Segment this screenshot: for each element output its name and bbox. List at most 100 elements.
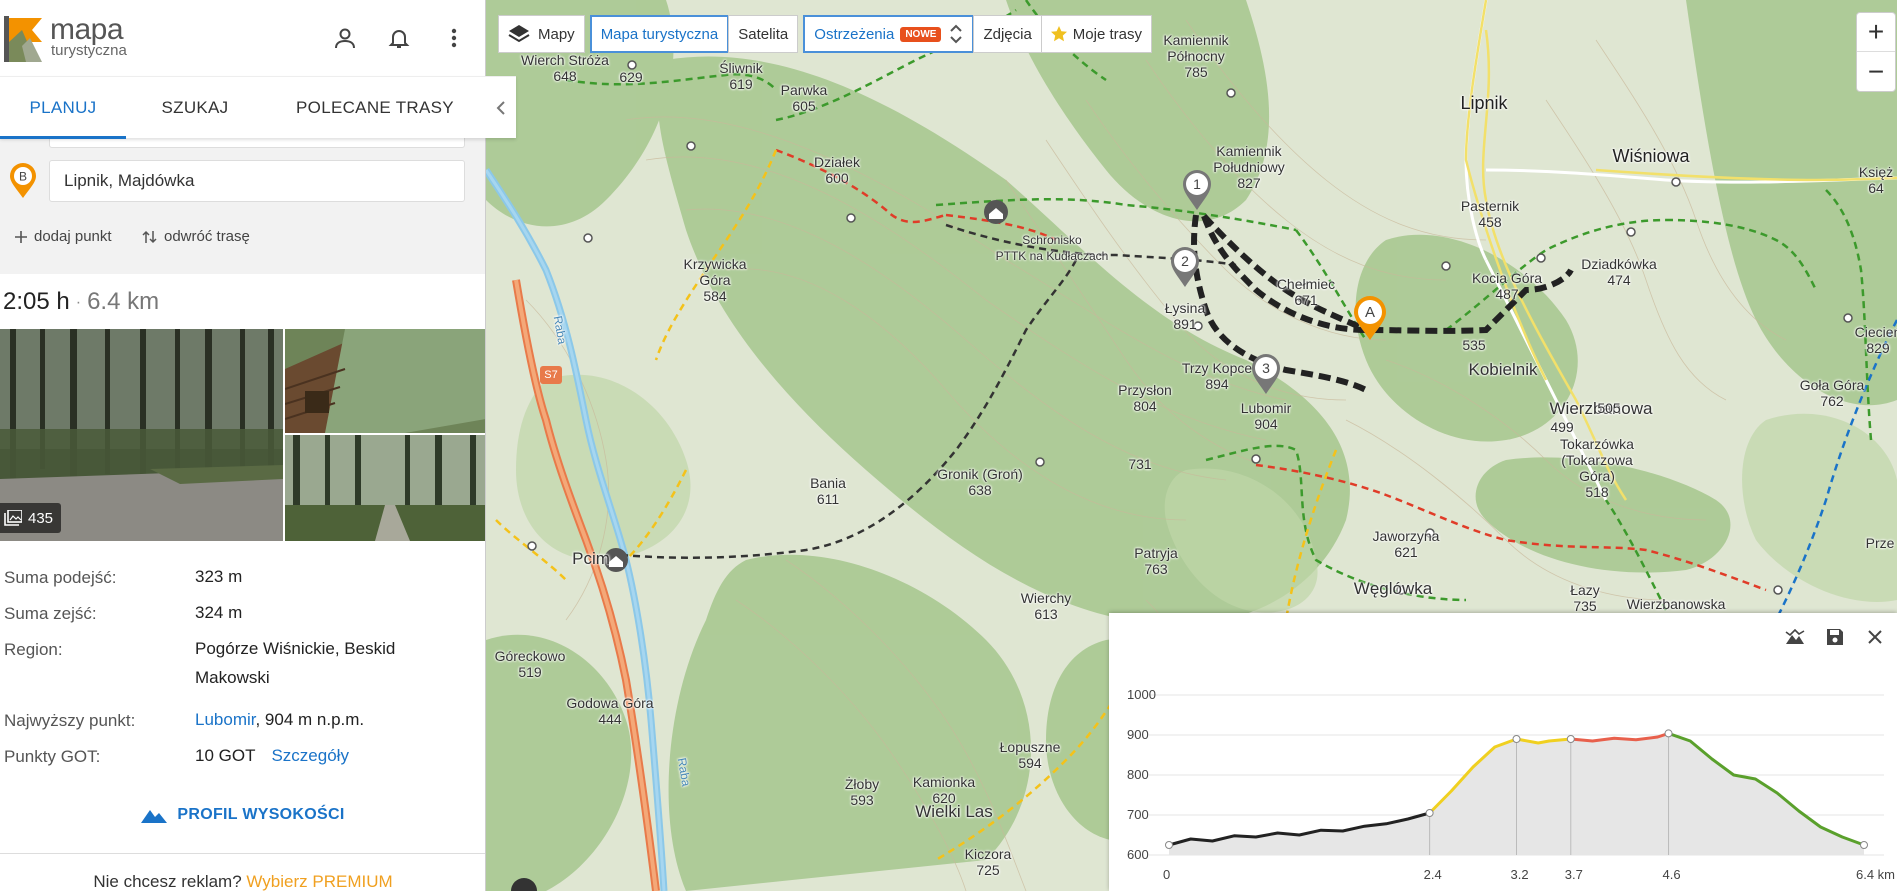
peak-gola-gora: Goła Góra 762 xyxy=(1799,377,1865,409)
y-tick-label: 900 xyxy=(1127,727,1149,742)
route-point-1-marker[interactable]: 1 xyxy=(1181,168,1213,212)
x-tick-label: 0 xyxy=(1163,867,1171,882)
layer-maps-button[interactable]: Mapy xyxy=(498,15,585,53)
x-tick-label: 3.2 xyxy=(1510,867,1529,882)
elevation-waypoint-dot xyxy=(1664,729,1673,738)
peak-tokarzowka: Tokarzówka (Tokarzowa Góra) 518 xyxy=(1560,436,1634,500)
photo-forest-road[interactable]: 435 xyxy=(0,329,283,541)
got-details-link[interactable]: Szczegóły xyxy=(271,746,348,765)
peak-535: 535 xyxy=(1462,337,1486,353)
shelter-kudlacze[interactable]: Schronisko PTTK na Kudłaczach xyxy=(996,232,1109,264)
layer-tourist-map-button[interactable]: Mapa turystyczna xyxy=(589,15,730,53)
photo-count-badge[interactable]: 435 xyxy=(0,503,62,533)
marker-b-letter: B xyxy=(19,170,27,184)
premium-link[interactable]: Wybierz PREMIUM xyxy=(246,872,392,891)
peak-kamiennik-poludniowy: Kamiennik Południowy 827 xyxy=(1213,143,1285,191)
town-kobielnik: Kobielnik xyxy=(1468,360,1538,379)
ascent-value: 323 m xyxy=(195,567,243,586)
peak-parwka: Parwka 605 xyxy=(780,82,828,114)
main-tabs: PLANUJ SZUKAJ POLECANE TRASY xyxy=(0,76,516,139)
place-pasternik: Pasternik 458 xyxy=(1460,198,1520,230)
top-bar: mapa turystyczna xyxy=(0,0,485,76)
peak-godowa-gora: Godowa Góra 444 xyxy=(566,695,654,727)
add-point-button[interactable]: dodaj punkt xyxy=(14,228,112,245)
chevron-up-down-icon xyxy=(950,24,963,44)
y-tick-label: 600 xyxy=(1127,847,1149,862)
svg-text:3: 3 xyxy=(1262,360,1270,376)
photo-gallery[interactable]: 435 xyxy=(0,329,485,541)
more-vertical-icon[interactable] xyxy=(440,24,468,52)
layer-photos-button[interactable]: Zdjęcia xyxy=(973,15,1042,53)
elevation-profile-label: PROFIL WYSOKOŚCI xyxy=(177,806,345,823)
zoom-out-button[interactable]: − xyxy=(1857,52,1895,91)
my-routes-label: Moje trasy xyxy=(1072,25,1142,43)
zoom-in-button[interactable]: + xyxy=(1857,13,1895,52)
peak-kocia-gora: Kocia Góra 487 xyxy=(1471,270,1543,302)
place-lazy: Łazy 735 xyxy=(1570,582,1600,614)
y-tick-label: 700 xyxy=(1127,807,1149,822)
place-wielki-las: Wielki Las xyxy=(915,802,993,821)
road-s7-label: S7 xyxy=(544,369,558,381)
add-point-label: dodaj punkt xyxy=(34,228,112,245)
layer-satellite-button[interactable]: Satelita xyxy=(728,15,799,53)
elevation-waypoint-dot xyxy=(1512,735,1521,743)
place-prze: Prze xyxy=(1865,535,1895,551)
tab-search[interactable]: SZUKAJ xyxy=(126,77,264,139)
photo-hut[interactable] xyxy=(285,329,485,433)
town-weglowka: Węglówka xyxy=(1353,579,1433,598)
elevation-waypoint-dot xyxy=(1165,841,1173,849)
shelter-icon xyxy=(984,200,1008,224)
route-start-a-marker[interactable]: A xyxy=(1352,294,1388,342)
peak-ksiez: Księż 64 xyxy=(1858,164,1894,196)
reverse-route-button[interactable]: odwróć trasę xyxy=(142,228,250,245)
layer-maps-label: Mapy xyxy=(538,25,575,43)
descent-value: 324 m xyxy=(195,603,243,622)
layer-my-routes-button[interactable]: Moje trasy xyxy=(1040,15,1152,53)
photo-forest[interactable] xyxy=(285,435,485,541)
elevation-waypoint-dot xyxy=(1566,735,1575,743)
plus-icon xyxy=(15,230,27,243)
highest-point-height: , 904 m n.p.m. xyxy=(255,710,365,729)
tab-recommended-routes[interactable]: POLECANE TRASY xyxy=(264,77,486,139)
route-point-3-marker[interactable]: 3 xyxy=(1250,352,1282,396)
peak-bania: Bania 611 xyxy=(810,475,846,507)
bell-icon[interactable] xyxy=(385,24,413,52)
collapse-panel-button[interactable] xyxy=(486,77,516,138)
compass-icon[interactable] xyxy=(511,877,537,891)
peak-sliwnik: Śliwnik 619 xyxy=(719,60,763,92)
route-planner: B Lipnik, Majdówka dodaj punkt odwróć tr… xyxy=(0,132,485,274)
route-distance: 6.4 km xyxy=(87,288,160,315)
map-layer-bar: Mapy Mapa turystyczna Satelita Ostrzeżen… xyxy=(498,15,1152,53)
user-icon[interactable] xyxy=(331,24,359,52)
peak-wierchy: Wierchy 613 xyxy=(1020,590,1072,622)
peak-trzy-kopce: Trzy Kopce 894 xyxy=(1181,360,1253,392)
elevation-profile-button[interactable]: PROFIL WYSOKOŚCI xyxy=(0,806,485,824)
star-icon xyxy=(1050,26,1067,42)
town-wisniowa: Wiśniowa xyxy=(1612,146,1690,166)
y-tick-label: 800 xyxy=(1127,767,1149,782)
highest-point-link[interactable]: Lubomir xyxy=(195,710,255,729)
highest-label: Najwyższy punkt: xyxy=(4,711,136,730)
swap-icon xyxy=(142,230,157,243)
destination-input[interactable]: Lipnik, Majdówka xyxy=(49,160,465,202)
region-value: Pogórze Wiśnickie, Beskid Makowski xyxy=(195,639,396,687)
peak-499: 499 xyxy=(1550,419,1574,435)
zoom-control: + − xyxy=(1856,12,1896,92)
elevation-chart[interactable] xyxy=(1109,613,1897,891)
region-label: Region: xyxy=(4,640,63,659)
peak-chelmiec: Chełmiec 671 xyxy=(1276,276,1336,308)
tab-plan[interactable]: PLANUJ xyxy=(0,77,126,139)
summary-separator: · xyxy=(75,293,82,311)
layer-warnings-button[interactable]: Ostrzeżenia NOWE xyxy=(803,15,975,53)
logo[interactable]: mapa turystyczna xyxy=(2,13,142,62)
peak-lopuszne: Łopuszne 594 xyxy=(999,739,1061,771)
town-pcim: Pcim xyxy=(572,549,610,568)
marker-b-icon: B xyxy=(10,163,36,198)
logo-subtext: turystyczna xyxy=(51,42,127,59)
got-label: Punkty GOT: xyxy=(4,747,101,766)
route-time: 2:05 h xyxy=(3,288,70,315)
route-point-2-marker[interactable]: 2 xyxy=(1169,245,1201,289)
photo-count: 435 xyxy=(28,509,54,527)
peak-505: 505 xyxy=(1597,400,1621,416)
peak-dziadkowka: Dziadkówka 474 xyxy=(1581,256,1657,288)
